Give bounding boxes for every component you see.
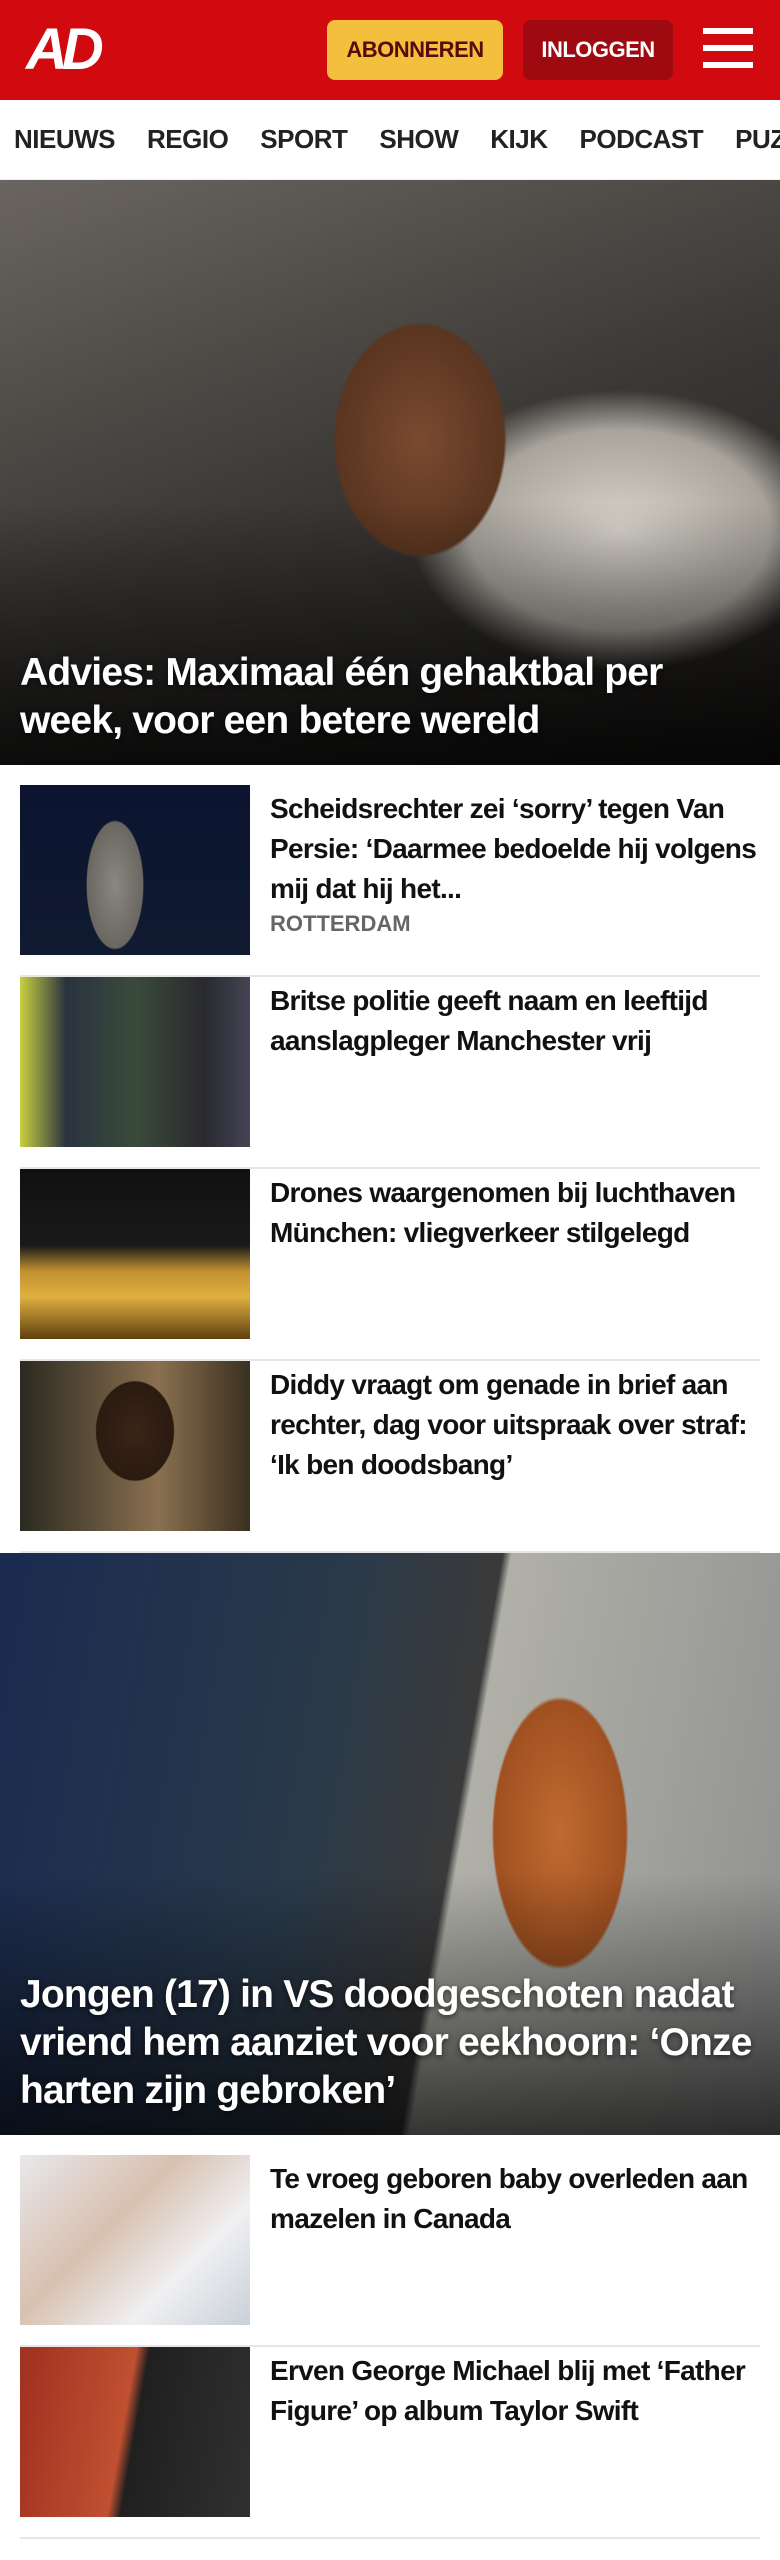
article-title[interactable]: Diddy vraagt om genade in brief aan rech… [270, 1365, 760, 1485]
nav-kijk[interactable]: KIJK [490, 124, 548, 155]
hero-title[interactable]: Advies: Maximaal één gehaktbal per week,… [20, 649, 760, 745]
article-title[interactable]: Te vroeg geboren baby overleden aan maze… [270, 2159, 760, 2239]
login-button[interactable]: INLOGGEN [523, 20, 673, 80]
article-title[interactable]: Scheidsrechter zei ‘sorry’ tegen Van Per… [270, 789, 760, 909]
article-thumbnail [20, 977, 250, 1147]
article-thumbnail [20, 2155, 250, 2325]
article-thumbnail [20, 1361, 250, 1531]
article-item[interactable]: Scheidsrechter zei ‘sorry’ tegen Van Per… [20, 785, 760, 977]
article-title[interactable]: Britse politie geeft naam en leeftijd aa… [270, 981, 760, 1061]
nav-nieuws[interactable]: NIEUWS [14, 124, 116, 155]
nav-show[interactable]: SHOW [379, 124, 458, 155]
article-title[interactable]: Drones waargenomen bij luchthaven Münche… [270, 1173, 760, 1253]
section-nav: NIEUWS REGIO SPORT SHOW KIJK PODCAST PUZ… [0, 100, 780, 180]
ad-logo[interactable]: AD [26, 20, 104, 80]
article-item[interactable]: Erven George Michael blij met ‘Father Fi… [20, 2347, 760, 2539]
subscribe-button[interactable]: ABONNEREN [327, 20, 503, 80]
article-item[interactable]: Diddy vraagt om genade in brief aan rech… [20, 1361, 760, 1553]
hamburger-menu-icon[interactable] [703, 28, 753, 72]
article-item[interactable]: Te vroeg geboren baby overleden aan maze… [20, 2155, 760, 2347]
article-thumbnail [20, 1169, 250, 1339]
article-title[interactable]: Erven George Michael blij met ‘Father Fi… [270, 2351, 760, 2431]
article-thumbnail [20, 2347, 250, 2517]
hero-article-meatball[interactable]: Advies: Maximaal één gehaktbal per week,… [0, 180, 780, 765]
article-item[interactable]: Britse politie geeft naam en leeftijd aa… [20, 977, 760, 1169]
hero-article-squirrel[interactable]: Jongen (17) in VS doodgeschoten nadat vr… [0, 1553, 780, 2135]
nav-regio[interactable]: REGIO [147, 124, 229, 155]
article-region-tag: ROTTERDAM [270, 911, 411, 936]
article-item[interactable]: Drones waargenomen bij luchthaven Münche… [20, 1169, 760, 1361]
nav-sport[interactable]: SPORT [260, 124, 348, 155]
nav-podcast[interactable]: PODCAST [580, 124, 704, 155]
site-header: AD ABONNEREN INLOGGEN [0, 0, 780, 100]
article-thumbnail [20, 785, 250, 955]
nav-puzzels[interactable]: PUZZ [735, 124, 780, 155]
hero-title[interactable]: Jongen (17) in VS doodgeschoten nadat vr… [20, 1971, 760, 2115]
